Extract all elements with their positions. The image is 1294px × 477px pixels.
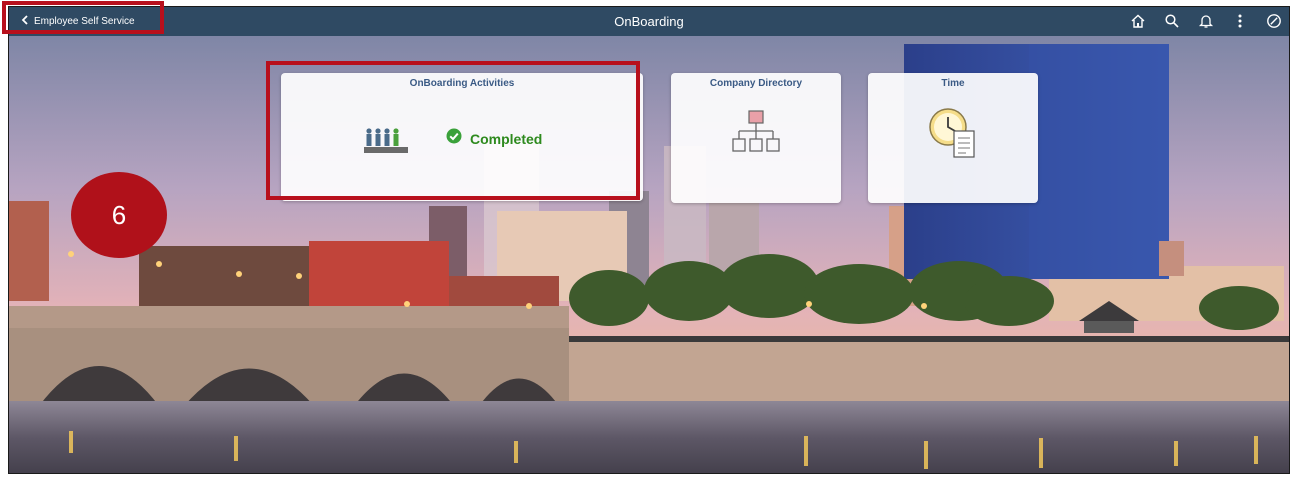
- bell-icon[interactable]: [1197, 12, 1215, 30]
- city-background-image: [9, 36, 1289, 473]
- check-circle-icon: [446, 128, 462, 149]
- app-window: Employee Self Service OnBoarding OnBoard…: [8, 6, 1290, 474]
- people-podium-icon: [361, 125, 411, 160]
- more-icon[interactable]: [1231, 12, 1249, 30]
- search-icon[interactable]: [1163, 12, 1181, 30]
- tile-title: Time: [941, 78, 965, 89]
- top-navigation-bar: Employee Self Service OnBoarding: [9, 7, 1289, 36]
- page-title: OnBoarding: [614, 14, 684, 29]
- chevron-left-icon: [21, 14, 29, 28]
- back-button-label: Employee Self Service: [34, 15, 135, 27]
- tile-title: OnBoarding Activities: [409, 78, 515, 89]
- onboarding-activities-tile[interactable]: OnBoarding Activities Completed: [281, 73, 643, 201]
- header-actions: [1129, 12, 1283, 30]
- tile-title: Company Directory: [709, 78, 803, 89]
- org-chart-icon: [731, 109, 781, 164]
- home-icon[interactable]: [1129, 12, 1147, 30]
- back-button[interactable]: Employee Self Service: [13, 9, 143, 33]
- time-tile[interactable]: Time: [868, 73, 1038, 203]
- step-number-callout: 6: [71, 172, 167, 258]
- company-directory-tile[interactable]: Company Directory: [671, 73, 841, 203]
- step-number: 6: [111, 199, 127, 230]
- status-indicator: Completed: [446, 128, 542, 149]
- status-text: Completed: [470, 130, 543, 147]
- compass-icon[interactable]: [1265, 12, 1283, 30]
- clock-sheet-icon: [926, 105, 980, 166]
